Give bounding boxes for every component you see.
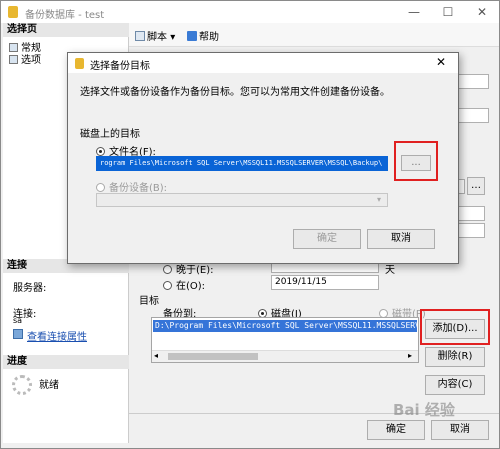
expire-on-label: 在(O): [176, 281, 206, 292]
dialog-close-icon[interactable]: ✕ [436, 55, 446, 69]
minimize-icon[interactable]: — [399, 3, 429, 21]
spinner-icon [12, 375, 32, 395]
remove-button[interactable]: 删除(R) [425, 347, 485, 367]
chevron-down-icon: ▾ [170, 32, 176, 43]
destination-list-item[interactable]: D:\Program Files\Microsoft SQL Server\MS… [153, 320, 417, 332]
help-label: 帮助 [199, 32, 219, 43]
script-icon [135, 31, 145, 41]
backup-type-combo-edge[interactable] [457, 74, 489, 89]
chevron-down-icon: ▾ [377, 195, 382, 204]
expire-after-radio[interactable] [163, 265, 172, 274]
file-name-radio[interactable] [96, 147, 105, 156]
page-icon [9, 55, 18, 64]
name-field-edge[interactable] [457, 206, 485, 221]
dialog-description: 选择文件或备份设备作为备份目标。您可以为常用文件创建备份设备。 [80, 87, 390, 98]
contents-button[interactable]: 内容(C) [425, 375, 485, 395]
window-title: 备份数据库 - test [25, 10, 105, 21]
select-page-header: 选择页 [3, 23, 129, 37]
expire-on-option[interactable]: 在(O): [163, 277, 205, 292]
database-icon [75, 58, 84, 69]
backup-device-combo[interactable]: ▾ [96, 193, 388, 207]
cancel-button[interactable]: 取消 [431, 420, 489, 440]
scroll-left-icon[interactable]: ◂ [154, 351, 158, 360]
help-button[interactable]: 帮助 [187, 28, 219, 43]
dialog-titlebar: 选择备份目标 ✕ [68, 53, 458, 73]
destination-header: 目标 [139, 296, 159, 307]
dialog-title: 选择备份目标 [90, 61, 150, 72]
database-icon [8, 6, 18, 18]
description-field-edge[interactable] [457, 223, 485, 238]
add-button[interactable]: 添加(D)... [425, 319, 485, 339]
script-button[interactable]: 脚本 ▾ [135, 28, 175, 43]
toolbar: 脚本 ▾ 帮助 [129, 23, 499, 47]
page-label: 选项 [21, 55, 41, 66]
progress-status: 就绪 [39, 380, 59, 391]
window-titlebar: 备份数据库 - test — ☐ ✕ [1, 1, 499, 23]
dialog-cancel-button[interactable]: 取消 [367, 229, 435, 249]
destination-list[interactable]: D:\Program Files\Microsoft SQL Server\MS… [151, 317, 419, 363]
script-label: 脚本 [147, 32, 167, 43]
help-icon [187, 31, 197, 41]
file-name-field[interactable]: rogram Files\Microsoft SQL Server\MSSQL1… [96, 156, 388, 171]
horizontal-scrollbar[interactable]: ◂ ▸ [152, 350, 418, 362]
browse-edge-button[interactable]: … [467, 177, 485, 195]
expire-after-label: 晚于(E): [176, 265, 214, 276]
page-item-options[interactable]: 选项 [9, 51, 41, 66]
backup-device-option[interactable]: 备份设备(B): [96, 179, 167, 194]
expire-on-radio[interactable] [163, 281, 172, 290]
expire-date-field[interactable]: 2019/11/15 [271, 275, 379, 290]
dialog-ok-button[interactable]: 确定 [293, 229, 361, 249]
maximize-icon[interactable]: ☐ [433, 3, 463, 21]
watermark: Bai 经验 [393, 401, 455, 419]
scroll-thumb[interactable] [168, 353, 258, 360]
disk-destination-group-label: 磁盘上的目标 [80, 129, 140, 140]
view-connection-properties-link[interactable]: 查看连接属性 [27, 328, 87, 343]
browse-button[interactable]: ... [401, 155, 431, 171]
properties-icon [13, 329, 23, 339]
scroll-right-icon[interactable]: ▸ [408, 351, 412, 360]
ok-button[interactable]: 确定 [367, 420, 425, 440]
close-icon[interactable]: ✕ [467, 3, 497, 21]
server-label: 服务器: [13, 283, 47, 294]
component-combo-edge[interactable] [457, 108, 489, 123]
progress-header: 进度 [3, 355, 129, 369]
select-backup-destination-dialog: 选择备份目标 ✕ 选择文件或备份设备作为备份目标。您可以为常用文件创建备份设备。… [67, 52, 459, 264]
backup-device-radio[interactable] [96, 183, 105, 192]
connection-value: sa [13, 316, 23, 325]
